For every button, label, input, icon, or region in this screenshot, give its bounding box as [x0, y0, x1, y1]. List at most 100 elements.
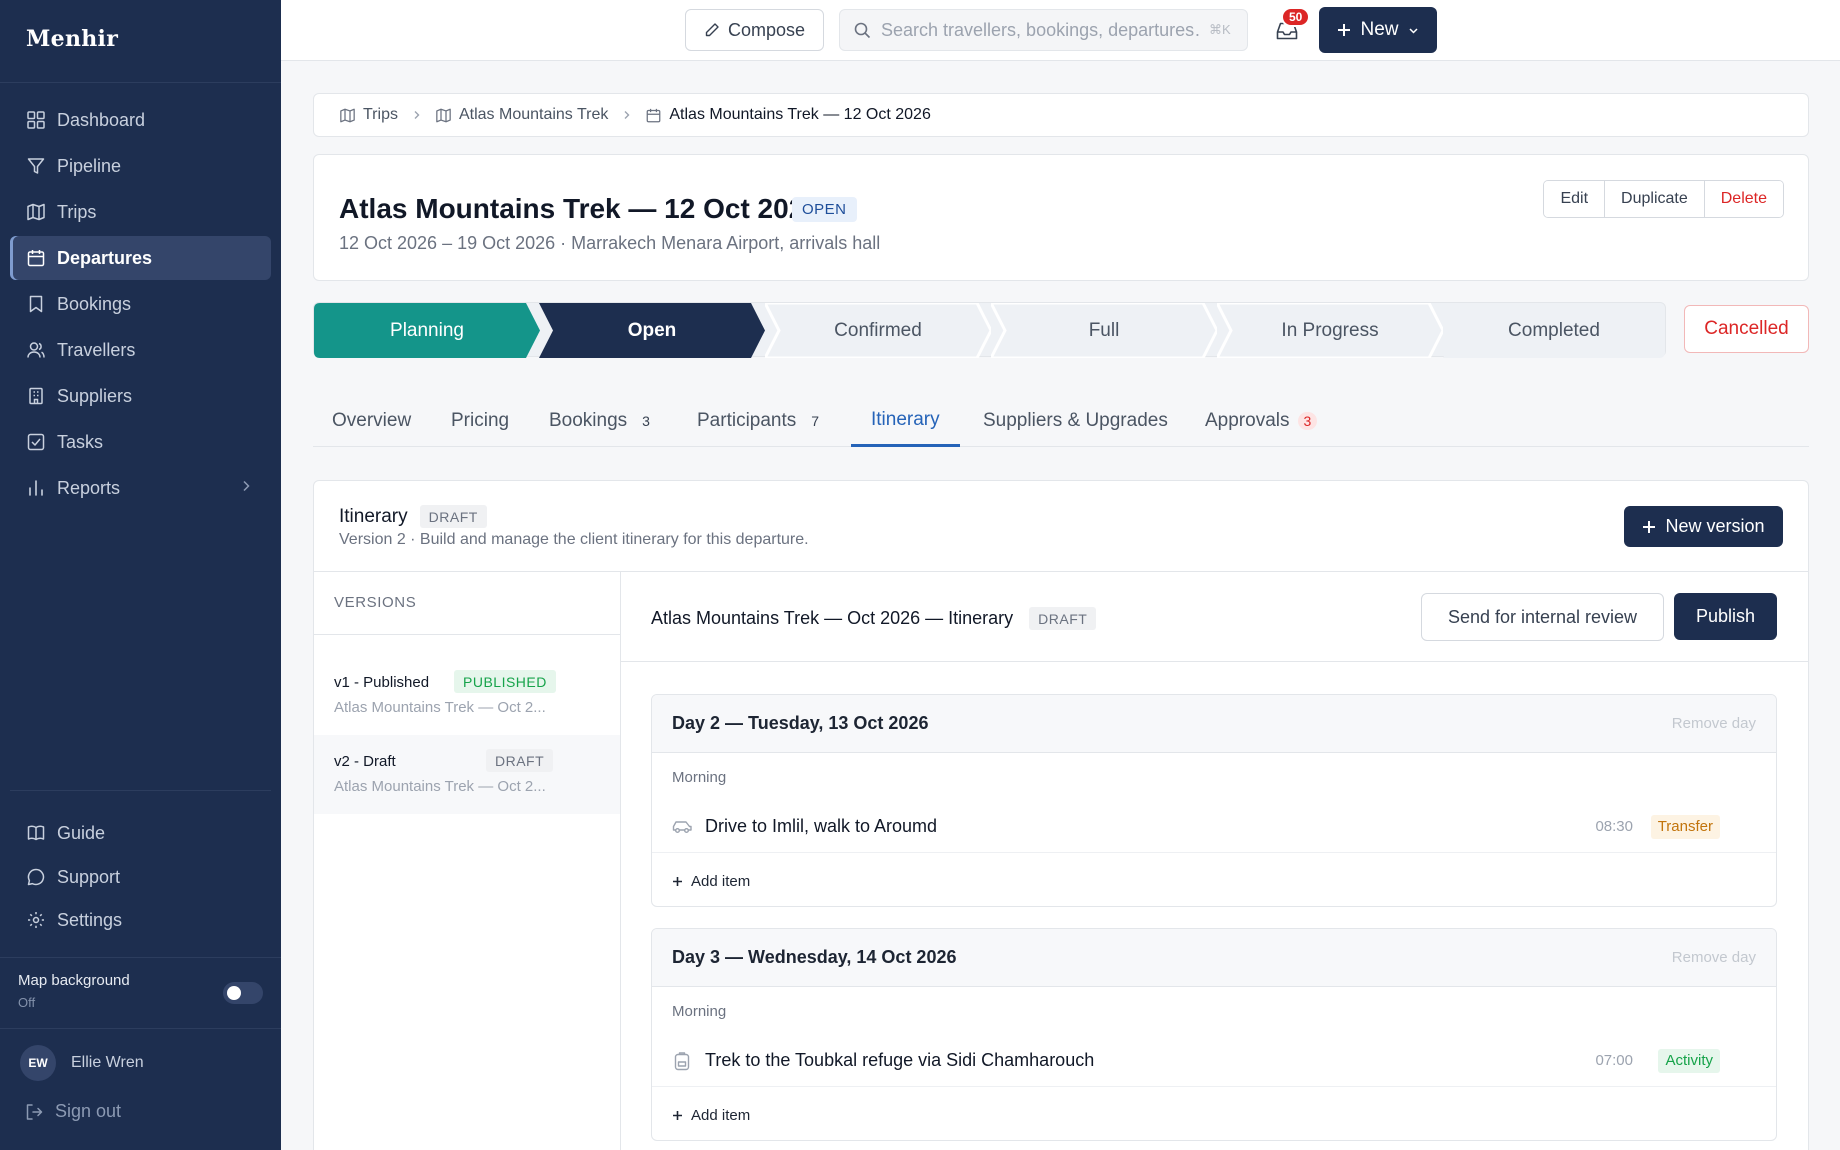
tab-suppliers-upgrades[interactable]: Suppliers & Upgrades: [983, 395, 1168, 447]
search-input[interactable]: [881, 19, 1199, 41]
top-bar: Compose ⌘K 50 New: [281, 0, 1840, 61]
map-background-toggle[interactable]: [223, 982, 263, 1004]
publish-button[interactable]: Publish: [1674, 593, 1777, 640]
item-time: 08:30: [1595, 818, 1633, 835]
divider: [621, 661, 1808, 662]
day-title: Day 2 — Tuesday, 13 Oct 2026: [672, 713, 929, 733]
item-time: 07:00: [1595, 1052, 1633, 1069]
user-profile[interactable]: EW Ellie Wren: [20, 1045, 144, 1081]
sidebar-item-guide[interactable]: Guide: [10, 811, 271, 855]
search-icon: [854, 22, 871, 39]
remove-day-button[interactable]: Remove day: [1672, 715, 1756, 732]
sidebar-item-label: Departures: [57, 247, 153, 268]
tab-approvals[interactable]: Approvals 3: [1205, 395, 1318, 447]
new-version-label: New version: [1665, 516, 1765, 536]
sidebar-item-travellers[interactable]: Travellers: [10, 328, 271, 372]
version-subtitle: Atlas Mountains Trek — Oct 2...: [334, 778, 546, 795]
add-item-button[interactable]: Add item: [672, 873, 750, 890]
tab-label: Bookings: [549, 410, 628, 431]
breadcrumb: Trips Atlas Mountains Trek Atlas Mountai…: [313, 93, 1809, 137]
sidebar-item-bookings[interactable]: Bookings: [10, 282, 271, 326]
pencil-icon: [704, 22, 720, 38]
duplicate-button[interactable]: Duplicate: [1604, 181, 1704, 217]
itinerary-item[interactable]: Drive to Imlil, walk to Aroumd 08:30 Tra…: [652, 801, 1776, 853]
day-card: Day 2 — Tuesday, 13 Oct 2026 Remove day …: [651, 694, 1777, 907]
stage-confirmed[interactable]: Confirmed: [765, 303, 991, 358]
new-label: New: [1360, 19, 1399, 40]
version-item[interactable]: v1 - Published Atlas Mountains Trek — Oc…: [314, 656, 620, 735]
sidebar-item-label: Trips: [57, 201, 97, 222]
sidebar-item-support[interactable]: Support: [10, 855, 271, 899]
sign-out-icon: [25, 1103, 43, 1121]
sign-out-button[interactable]: Sign out: [25, 1101, 121, 1122]
add-item-label: Add item: [691, 1107, 751, 1124]
itinerary-item[interactable]: Trek to the Toubkal refuge via Sidi Cham…: [652, 1035, 1776, 1087]
new-button[interactable]: New: [1319, 7, 1437, 53]
departure-subtitle: 12 Oct 2026 – 19 Oct 2026 · Marrakech Me…: [339, 233, 881, 253]
global-search[interactable]: ⌘K: [839, 9, 1248, 51]
remove-day-button[interactable]: Remove day: [1672, 949, 1756, 966]
tab-itinerary[interactable]: Itinerary: [851, 395, 960, 447]
sidebar-item-pipeline[interactable]: Pipeline: [10, 144, 271, 188]
tab-label: Overview: [332, 410, 412, 431]
stage-completed[interactable]: Completed: [1443, 303, 1665, 358]
stage-in-progress[interactable]: In Progress: [1217, 303, 1443, 358]
plus-icon: [1337, 23, 1351, 37]
itinerary-subtitle: Version 2 · Build and manage the client …: [339, 531, 809, 548]
tab-pricing[interactable]: Pricing: [451, 395, 509, 447]
plus-icon: [672, 1110, 683, 1121]
day-title: Day 3 — Wednesday, 14 Oct 2026: [672, 947, 957, 967]
new-version-button[interactable]: New version: [1624, 506, 1783, 547]
chevron-right-icon[interactable]: [239, 479, 253, 493]
user-name: Ellie Wren: [71, 1054, 144, 1071]
dashboard-icon: [25, 109, 47, 131]
sign-out-label: Sign out: [55, 1101, 122, 1121]
sidebar-item-departures[interactable]: Departures: [10, 236, 271, 280]
stage-label: Planning: [390, 319, 464, 341]
plus-icon: [1642, 520, 1656, 534]
delete-button[interactable]: Delete: [1703, 181, 1783, 217]
backpack-icon: [672, 1051, 692, 1071]
pipeline-stepper: Planning Open Confirmed Full In Progress…: [313, 302, 1666, 358]
edit-button[interactable]: Edit: [1544, 181, 1605, 217]
departure-actions: Edit Duplicate Delete: [1543, 180, 1784, 218]
compose-button[interactable]: Compose: [685, 9, 824, 51]
tab-participants[interactable]: Participants 7: [697, 395, 819, 447]
divider: [620, 571, 621, 1150]
stage-open[interactable]: Open: [539, 303, 765, 358]
sidebar-item-label: Guide: [57, 822, 106, 843]
sidebar-item-trips[interactable]: Trips: [10, 190, 271, 234]
day-header: Day 2 — Tuesday, 13 Oct 2026 Remove day: [652, 695, 1776, 753]
tab-overview[interactable]: Overview: [332, 395, 411, 447]
status-badge: DRAFT: [1029, 607, 1097, 630]
chevron-right-icon: [412, 110, 422, 120]
tab-bookings[interactable]: Bookings 3: [549, 395, 650, 447]
map-icon: [25, 201, 47, 223]
breadcrumb-trip[interactable]: Atlas Mountains Trek: [436, 106, 608, 124]
book-icon: [25, 822, 47, 844]
breadcrumb-trips[interactable]: Trips: [340, 106, 398, 124]
sidebar-item-reports[interactable]: Reports: [10, 466, 271, 510]
cancelled-button[interactable]: Cancelled: [1684, 305, 1809, 353]
item-name: Trek to the Toubkal refuge via Sidi Cham…: [705, 1050, 1095, 1070]
calendar-icon: [646, 108, 661, 123]
day-header: Day 3 — Wednesday, 14 Oct 2026 Remove da…: [652, 929, 1776, 987]
sidebar-item-dashboard[interactable]: Dashboard: [10, 98, 271, 142]
app-logo[interactable]: Menhir: [26, 26, 118, 52]
stage-full[interactable]: Full: [991, 303, 1217, 358]
version-item[interactable]: v2 - Draft Atlas Mountains Trek — Oct 2.…: [314, 735, 620, 814]
bookmark-icon: [25, 293, 47, 315]
sidebar-item-settings[interactable]: Settings: [10, 898, 271, 942]
item-name: Drive to Imlil, walk to Aroumd: [705, 816, 938, 836]
send-for-review-button[interactable]: Send for internal review: [1421, 593, 1664, 641]
status-badge: OPEN: [792, 197, 857, 222]
sidebar-item-suppliers[interactable]: Suppliers: [10, 374, 271, 418]
add-item-button[interactable]: Add item: [672, 1107, 750, 1124]
sidebar-item-label: Bookings: [57, 293, 132, 314]
stage-planning[interactable]: Planning: [314, 303, 540, 358]
bar-chart-icon: [25, 477, 47, 499]
status-badge: DRAFT: [419, 505, 487, 528]
sidebar-item-tasks[interactable]: Tasks: [10, 420, 271, 464]
stage-label: In Progress: [1281, 319, 1379, 341]
tab-label: Approvals: [1205, 410, 1290, 431]
